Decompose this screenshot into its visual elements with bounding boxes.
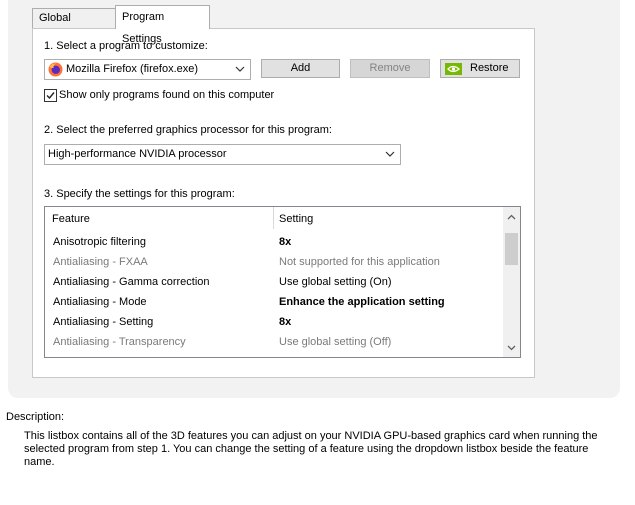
scroll-down-icon[interactable] (507, 343, 516, 352)
feature-name: Antialiasing - Gamma correction (53, 276, 210, 288)
list-row[interactable]: Antialiasing - Gamma correction Use glob… (45, 272, 505, 292)
restore-button[interactable]: Restore (440, 59, 520, 78)
feature-setting: Enhance the application setting (279, 296, 445, 308)
feature-name: Antialiasing - Mode (53, 296, 147, 308)
column-header-setting[interactable]: Setting (279, 213, 313, 225)
program-select[interactable]: Mozilla Firefox (firefox.exe) (44, 59, 251, 80)
list-scrollbar[interactable] (503, 207, 520, 357)
column-header-feature[interactable]: Feature (52, 213, 90, 225)
add-button[interactable]: Add (261, 59, 340, 78)
remove-button[interactable]: Remove (350, 59, 430, 78)
tab-program-settings[interactable]: Program Settings (115, 5, 210, 45)
list-row[interactable]: Antialiasing - Transparency Use global s… (45, 332, 505, 352)
description-title: Description: (6, 411, 65, 423)
feature-name: Anisotropic filtering (53, 236, 146, 248)
feature-setting: Use global setting (Off) (279, 336, 392, 348)
nvidia-icon (445, 63, 462, 75)
scroll-up-icon[interactable] (507, 213, 516, 222)
list-header: Feature Setting (45, 207, 505, 231)
feature-setting: 8x (279, 236, 292, 248)
feature-setting: 8x (279, 316, 292, 328)
firefox-icon (48, 62, 63, 77)
list-row[interactable]: Antialiasing - Setting 8x (45, 312, 505, 332)
description-text: This listbox contains all of the 3D feat… (24, 430, 598, 468)
tab-global-settings[interactable]: Global Settings (32, 8, 116, 43)
program-select-value: Mozilla Firefox (firefox.exe) (66, 63, 199, 75)
feature-setting: Use global setting (On) (279, 276, 392, 288)
feature-settings-list[interactable]: Feature Setting Anisotropic filtering 8x… (44, 206, 521, 358)
show-only-found-label: Show only programs found on this compute… (59, 89, 275, 101)
list-row[interactable]: Anisotropic filtering 8x (45, 232, 505, 252)
chevron-down-icon (235, 66, 245, 72)
step3-label: 3. Specify the settings for this program… (44, 188, 235, 200)
step2-label: 2. Select the preferred graphics process… (44, 124, 332, 136)
column-divider[interactable] (273, 207, 274, 229)
feature-name: Antialiasing - FXAA (53, 256, 148, 268)
checkmark-icon (46, 92, 55, 100)
graphics-processor-select[interactable]: High-performance NVIDIA processor (44, 144, 401, 165)
feature-name: Antialiasing - Setting (53, 316, 154, 328)
list-row[interactable]: Antialiasing - FXAA Not supported for th… (45, 252, 505, 272)
scrollbar-thumb[interactable] (505, 233, 518, 265)
list-row[interactable]: Antialiasing - Mode Enhance the applicat… (45, 292, 505, 312)
graphics-processor-value: High-performance NVIDIA processor (48, 148, 227, 160)
feature-name: Antialiasing - Transparency (53, 336, 186, 348)
restore-button-label: Restore (470, 62, 509, 74)
show-only-found-checkbox[interactable] (44, 89, 57, 102)
chevron-down-icon (385, 151, 395, 157)
feature-setting: Not supported for this application (279, 256, 440, 268)
